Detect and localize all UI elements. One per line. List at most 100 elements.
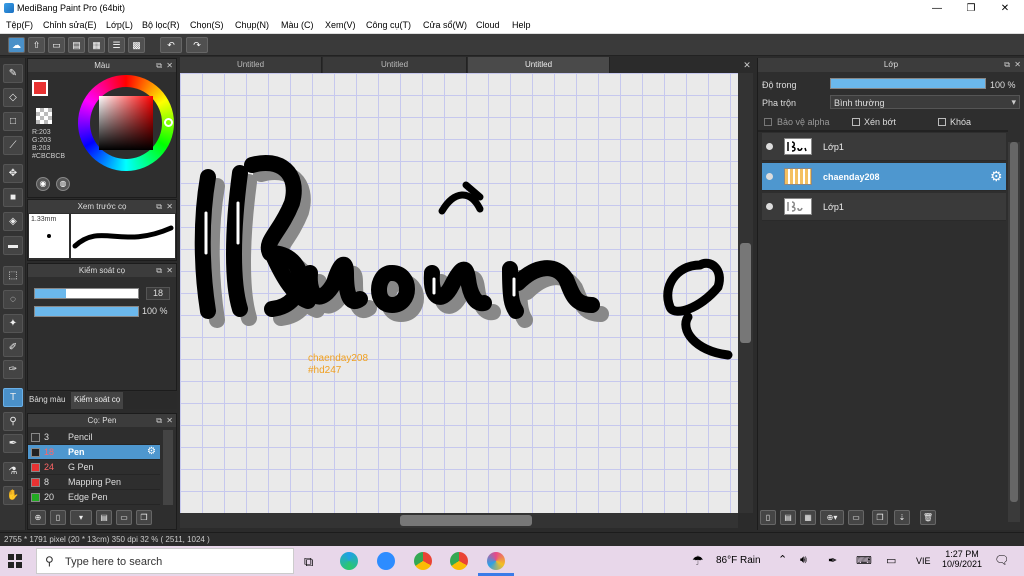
drawing-canvas[interactable]: chaenday208 #hd247	[180, 73, 738, 513]
volume-icon[interactable]: 🔊︎	[800, 554, 807, 567]
canvas-horizontal-scrollbar[interactable]	[180, 513, 738, 528]
bucket-tool-icon[interactable]: ◈	[3, 212, 23, 231]
brush-item-pen[interactable]: 18 Pen ⚙	[28, 445, 160, 460]
menu-filter[interactable]: Bộ lọc(R)	[142, 20, 180, 30]
menu-snap[interactable]: Chụp(N)	[235, 20, 269, 30]
duplicate-layer-icon[interactable]: ❐	[872, 510, 888, 525]
hand-tool-icon[interactable]: ✋	[3, 486, 23, 505]
minimize-button[interactable]: —	[920, 0, 954, 17]
medibang-taskbar-icon[interactable]	[487, 552, 505, 570]
language-indicator[interactable]: VIE	[916, 556, 931, 566]
new-brush-icon[interactable]: ▯	[50, 510, 66, 525]
visibility-eye-icon[interactable]	[766, 143, 773, 150]
weather-text[interactable]: 86°F Rain	[716, 555, 761, 566]
operation-tool-icon[interactable]: ⚲	[3, 412, 23, 431]
panel-close-icon[interactable]: ✕	[166, 59, 173, 72]
brush-copy-icon[interactable]: ❐	[136, 510, 152, 525]
menu-window[interactable]: Cửa sổ(W)	[423, 20, 467, 30]
menu-help[interactable]: Help	[512, 20, 531, 30]
saturation-value-square[interactable]	[99, 96, 153, 150]
layer-folder-icon[interactable]: ▭	[848, 510, 864, 525]
foreground-color-swatch[interactable]	[32, 80, 48, 96]
layer-row-lop1-bottom[interactable]: Lớp1	[762, 193, 1006, 221]
select-eraser-tool-icon[interactable]: ✑	[3, 360, 23, 379]
upload-icon[interactable]: ⇧	[28, 37, 45, 53]
panel-close-icon[interactable]: ✕	[1014, 58, 1021, 72]
layer-scroll-thumb[interactable]	[1010, 142, 1018, 502]
undo-icon[interactable]: ↶	[160, 37, 182, 53]
windows-start-icon[interactable]	[8, 554, 22, 568]
brush-doc-icon[interactable]: ▤	[96, 510, 112, 525]
brush-item-mapping-pen[interactable]: 8 Mapping Pen	[28, 475, 160, 490]
transparent-color-swatch[interactable]	[36, 108, 52, 124]
panel-close-icon[interactable]: ✕	[166, 414, 173, 427]
edge-browser-icon[interactable]	[340, 552, 358, 570]
chrome-icon-2[interactable]	[450, 552, 468, 570]
clock[interactable]: 1:27 PM 10/9/2021	[942, 549, 982, 569]
fill-rect-tool-icon[interactable]: ■	[3, 188, 23, 207]
layer-opacity-slider[interactable]	[830, 78, 986, 89]
line-tool-icon[interactable]: ⟋	[3, 136, 23, 155]
chevron-up-icon[interactable]: ⌃	[778, 553, 787, 566]
hue-handle[interactable]	[164, 118, 173, 127]
redo-icon[interactable]: ↷	[186, 37, 208, 53]
menu-edit[interactable]: Chỉnh sửa(E)	[43, 20, 97, 30]
clip-checkbox[interactable]	[852, 118, 860, 126]
new-color-layer-icon[interactable]: ▤	[780, 510, 796, 525]
keyboard-icon[interactable]: ⌨	[856, 554, 872, 567]
select-pen-tool-icon[interactable]: ✐	[3, 338, 23, 357]
hue-wheel[interactable]	[78, 75, 174, 171]
select-tool-icon[interactable]: ⬚	[3, 266, 23, 285]
color-history-icon[interactable]: ◍	[56, 177, 70, 191]
new-halftone-layer-icon[interactable]: ▦	[800, 510, 816, 525]
tab-untitled-3[interactable]: Untitled	[468, 57, 610, 73]
taskbar-search-box[interactable]: ⚲ Type here to search	[36, 548, 294, 574]
dropper-tool-icon[interactable]: ✒	[3, 434, 23, 453]
panel-close-icon[interactable]: ✕	[166, 200, 173, 213]
menu-file[interactable]: Tệp(F)	[6, 20, 33, 30]
close-tab-icon[interactable]: ✕	[740, 57, 754, 73]
brush-settings-gear-icon[interactable]: ⚙	[147, 446, 156, 457]
panel-expand-icon[interactable]: ⧉	[156, 59, 162, 72]
brush-folder-icon[interactable]: ▭	[116, 510, 132, 525]
cloud-icon[interactable]: ☁	[8, 37, 25, 53]
brush-item-edge-pen[interactable]: 20 Edge Pen	[28, 490, 160, 505]
tab-untitled-1[interactable]: Untitled	[180, 57, 322, 73]
panel-expand-icon[interactable]: ⧉	[156, 264, 162, 277]
lasso-tool-icon[interactable]: ◌	[3, 290, 23, 309]
brush-opacity-slider[interactable]	[34, 306, 139, 317]
new-layer-icon[interactable]: ▯	[760, 510, 776, 525]
text-tool-icon[interactable]: T	[3, 388, 23, 407]
comment-icon[interactable]: ▭	[48, 37, 65, 53]
shape-tool-icon[interactable]: □	[3, 112, 23, 131]
grid-icon[interactable]: ▩	[128, 37, 145, 53]
maximize-button[interactable]: ❐	[954, 0, 988, 17]
vertical-scroll-thumb[interactable]	[740, 243, 751, 343]
panel-expand-icon[interactable]: ⧉	[1004, 58, 1010, 72]
tab-brush-control[interactable]: Kiểm soát cọ	[71, 392, 124, 409]
blend-mode-select[interactable]: Bình thường ▾	[830, 95, 1020, 109]
document-icon[interactable]: ▦	[88, 37, 105, 53]
add-brush-icon[interactable]: ⊕	[30, 510, 46, 525]
brush-size-value[interactable]: 18	[146, 287, 170, 300]
palette-icon[interactable]: ◉	[36, 177, 50, 191]
notification-icon[interactable]: 🗨︎	[994, 553, 1009, 567]
brush-size-slider[interactable]	[34, 288, 139, 299]
brush-item-pencil[interactable]: 3 Pencil	[28, 430, 160, 445]
layer-row-lop1-top[interactable]: Lớp1	[762, 133, 1006, 161]
horizontal-scroll-thumb[interactable]	[400, 515, 532, 526]
panel-expand-icon[interactable]: ⧉	[156, 200, 162, 213]
lock-checkbox[interactable]	[938, 118, 946, 126]
visibility-eye-icon[interactable]	[766, 173, 773, 180]
panel-expand-icon[interactable]: ⧉	[156, 414, 162, 427]
layer-settings-gear-icon[interactable]: ⚙	[990, 168, 1003, 185]
menu-layer[interactable]: Lớp(L)	[106, 20, 133, 30]
brush-list-scrollbar[interactable]	[163, 430, 173, 505]
eraser-tool-icon[interactable]: ◇	[3, 88, 23, 107]
gradient-tool-icon[interactable]: ▬	[3, 236, 23, 255]
canvas-vertical-scrollbar[interactable]	[738, 73, 753, 513]
brush-tool-icon[interactable]: ✎	[3, 64, 23, 83]
chrome-icon[interactable]	[414, 552, 432, 570]
add-layer-menu-icon[interactable]: ⊕▾	[820, 510, 844, 525]
magic-wand-tool-icon[interactable]: ✦	[3, 314, 23, 333]
